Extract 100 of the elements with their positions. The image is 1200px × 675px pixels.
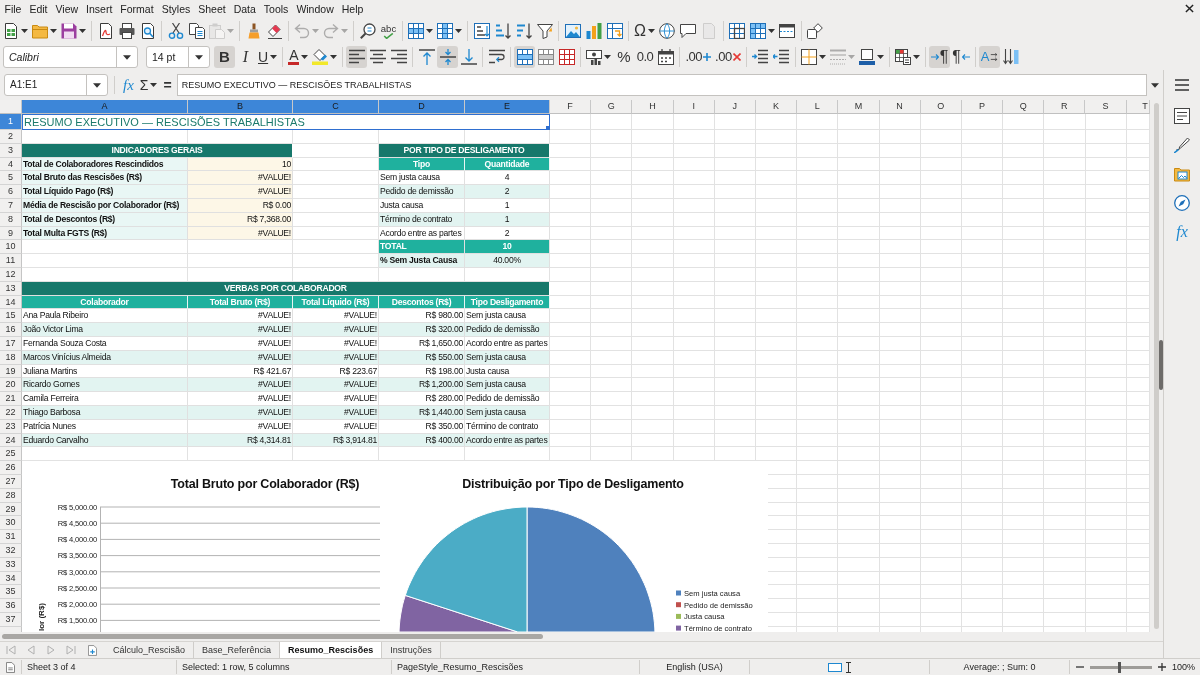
navigator-button[interactable]	[1171, 193, 1193, 213]
print-area-button[interactable]	[726, 20, 748, 42]
row-header[interactable]: 26	[0, 461, 22, 475]
align-bottom-button[interactable]	[458, 46, 480, 68]
slider-thumb[interactable]	[1118, 661, 1122, 673]
column-header[interactable]: N	[879, 100, 921, 114]
formula-button[interactable]: =	[160, 74, 175, 96]
menu-icon[interactable]	[1175, 79, 1189, 91]
scrollbar-thumb[interactable]	[2, 634, 543, 639]
row-header[interactable]: 21	[0, 392, 22, 406]
row-header[interactable]: 31	[0, 530, 22, 544]
column-button[interactable]	[435, 20, 464, 42]
column-header[interactable]: S	[1085, 100, 1127, 114]
underline-button[interactable]: U	[256, 46, 280, 68]
text-cursor-icon[interactable]	[846, 661, 851, 673]
menu-item[interactable]: View	[52, 1, 82, 17]
column-header[interactable]: Q	[1003, 100, 1045, 114]
column-header[interactable]: L	[797, 100, 839, 114]
close-icon[interactable]	[1185, 4, 1194, 13]
font-color-button[interactable]: A	[286, 46, 311, 68]
name-box-field[interactable]: A1:E1	[4, 74, 108, 96]
row-header[interactable]: 10	[0, 240, 22, 255]
caret-down-icon[interactable]	[1150, 82, 1159, 88]
menu-item[interactable]: Styles	[158, 1, 194, 17]
row-header[interactable]: 25	[0, 447, 22, 462]
row-header[interactable]: 1	[0, 114, 22, 130]
column-header[interactable]: G	[591, 100, 633, 114]
row-header[interactable]: 5	[0, 171, 22, 186]
menu-item[interactable]: File	[1, 1, 25, 17]
delete-decimal-button[interactable]: .00	[713, 46, 743, 68]
plus-icon[interactable]	[1158, 663, 1166, 671]
align-middle-button[interactable]	[437, 46, 459, 68]
special-character-button[interactable]: Ω	[632, 20, 657, 42]
column-header[interactable]: C	[293, 100, 379, 114]
border-color-button[interactable]	[856, 46, 886, 68]
conditional-button[interactable]	[892, 46, 922, 68]
styles-button[interactable]	[1171, 135, 1193, 155]
bold-button[interactable]: B	[214, 46, 235, 68]
menu-item[interactable]: Data	[230, 1, 260, 17]
arrow-to-start-icon[interactable]	[6, 645, 16, 655]
unmerge-button[interactable]	[556, 46, 578, 68]
pivot-table-button[interactable]	[604, 20, 625, 42]
rectangle-icon[interactable]	[828, 662, 842, 672]
number-button[interactable]: 0.0	[634, 46, 656, 68]
row-header[interactable]: 36	[0, 599, 22, 613]
scrollbar-thumb[interactable]	[1154, 103, 1159, 629]
sidebar-handle[interactable]	[1159, 340, 1163, 390]
row-header[interactable]: 30	[0, 516, 22, 531]
borders-button[interactable]	[798, 46, 828, 68]
sheet-tab[interactable]: Instruções	[382, 642, 441, 658]
row-header[interactable]: 2	[0, 130, 22, 144]
font-size-field[interactable]: 14 pt	[146, 46, 210, 68]
column-header[interactable]: P	[961, 100, 1004, 114]
properties-button[interactable]	[1171, 106, 1193, 126]
row-button[interactable]	[406, 20, 435, 42]
align-top-button[interactable]	[416, 46, 438, 68]
row-header[interactable]: 15	[0, 309, 22, 324]
row-header[interactable]: 16	[0, 323, 22, 337]
column-header[interactable]: R	[1044, 100, 1086, 114]
find-replace-button[interactable]	[357, 20, 378, 42]
minus-icon[interactable]	[1076, 663, 1084, 671]
document-icon[interactable]	[6, 661, 15, 673]
shapes-button[interactable]	[804, 20, 826, 42]
menu-item[interactable]: Sheet	[194, 1, 230, 17]
menu-item[interactable]: Format	[116, 1, 158, 17]
menu-item[interactable]: Help	[338, 1, 367, 17]
menu-item[interactable]: Insert	[82, 1, 116, 17]
freeze-button[interactable]	[747, 20, 777, 42]
column-header[interactable]: E	[465, 100, 550, 114]
column-header[interactable]: I	[673, 100, 715, 114]
menu-item[interactable]: Edit	[25, 1, 51, 17]
sheet-tab[interactable]: Cálculo_Rescisão	[105, 642, 195, 658]
merge-center-button[interactable]	[514, 46, 536, 68]
row-header[interactable]: 35	[0, 585, 22, 600]
formula-input-field[interactable]: RESUMO EXECUTIVO — RESCISÕES TRABALHISTAS	[176, 74, 1147, 96]
column-header[interactable]: F	[550, 100, 592, 114]
column-header[interactable]: K	[755, 100, 798, 114]
column-header[interactable]: M	[838, 100, 880, 114]
row-header[interactable]: 6	[0, 185, 22, 199]
ltr-button[interactable]: ¶	[928, 46, 951, 68]
percent-button[interactable]: %	[613, 46, 635, 68]
align-left-button[interactable]	[346, 46, 368, 68]
highlight-button[interactable]	[310, 46, 340, 68]
column-header[interactable]: D	[379, 100, 465, 114]
sheet-tab[interactable]: Resumo_Rescisões	[280, 642, 383, 658]
font-name-field[interactable]: Calibri	[3, 46, 138, 68]
row-header[interactable]: 20	[0, 378, 22, 393]
column-header[interactable]: B	[188, 100, 293, 114]
date-button[interactable]	[655, 46, 677, 68]
sort-button[interactable]	[471, 20, 492, 42]
sum-button[interactable]: Σ	[136, 74, 161, 96]
spelling-button[interactable]: abc	[378, 20, 399, 42]
text-vertical-button[interactable]	[1000, 46, 1022, 68]
hyperlink-button[interactable]	[656, 20, 678, 42]
menu-item[interactable]: Tools	[260, 1, 292, 17]
copy-button[interactable]	[186, 20, 207, 42]
add-sheet-icon[interactable]	[88, 644, 97, 656]
column-header[interactable]: H	[632, 100, 674, 114]
rtl-button[interactable]: ¶	[950, 46, 972, 68]
zoom-level[interactable]: 100%	[1172, 661, 1196, 673]
